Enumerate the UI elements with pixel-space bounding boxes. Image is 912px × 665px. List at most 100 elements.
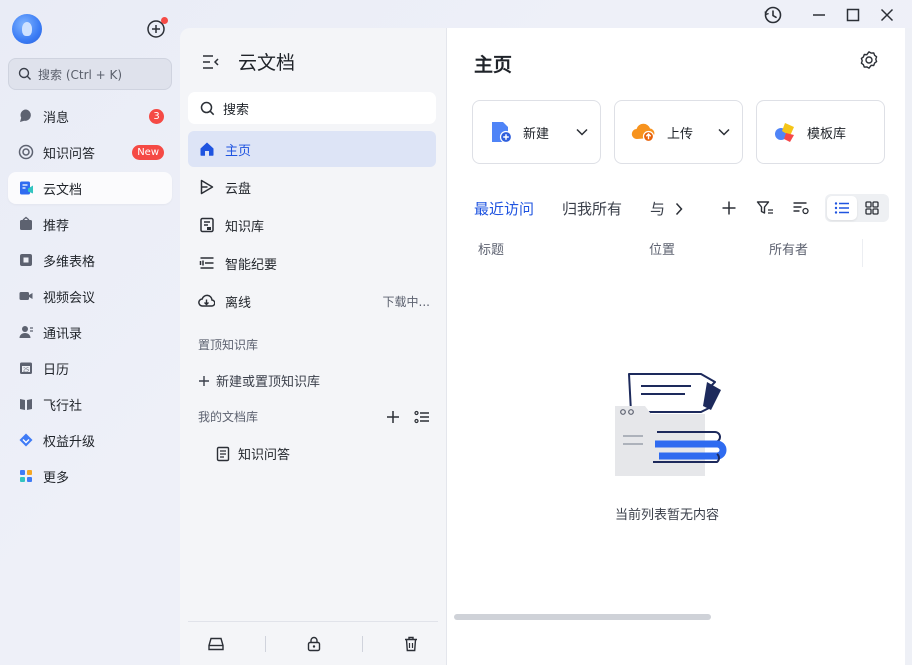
grid-view-icon bbox=[865, 201, 879, 215]
drive-icon bbox=[198, 179, 215, 196]
home-icon bbox=[198, 141, 215, 158]
lock-icon[interactable] bbox=[307, 636, 321, 652]
nav-item-offline[interactable]: 离线 下载中... bbox=[188, 283, 436, 319]
upload-label: 上传 bbox=[667, 126, 694, 142]
quick-actions: 新建 上传 模板库 bbox=[472, 100, 885, 164]
add-button[interactable] bbox=[711, 194, 747, 222]
list-settings-icon[interactable] bbox=[414, 410, 430, 424]
global-search-input[interactable]: 搜索 (Ctrl + K) bbox=[8, 58, 172, 90]
my-library-label: 我的文档库 bbox=[198, 410, 259, 424]
horizontal-scrollbar[interactable] bbox=[454, 614, 711, 620]
add-icon[interactable] bbox=[386, 410, 400, 424]
rail-item-contacts[interactable]: 通讯录 bbox=[8, 316, 172, 348]
nav-item-minutes[interactable]: 智能纪要 bbox=[188, 245, 436, 281]
doc-tabs: 最近访问 归我所有 与 bbox=[474, 198, 683, 219]
avatar[interactable] bbox=[12, 14, 42, 44]
filter-button[interactable] bbox=[747, 194, 783, 222]
docs-search-label: 搜索 bbox=[223, 102, 250, 118]
new-badge: New bbox=[132, 145, 164, 160]
base-table-icon bbox=[18, 252, 34, 268]
minimize-button[interactable] bbox=[804, 4, 834, 26]
close-icon bbox=[880, 8, 894, 22]
global-search-placeholder: 搜索 (Ctrl + K) bbox=[38, 67, 123, 82]
create-button[interactable] bbox=[146, 17, 168, 39]
trash-icon[interactable] bbox=[404, 636, 418, 652]
list-view-icon bbox=[834, 202, 849, 214]
doc-item-qa[interactable]: 知识问答 bbox=[216, 444, 290, 463]
new-doc-icon bbox=[492, 122, 513, 144]
book-icon bbox=[18, 396, 34, 412]
rail-item-messages[interactable]: 消息 3 bbox=[8, 100, 172, 132]
docs-sidebar-footer bbox=[188, 621, 438, 665]
docs-title: 云文档 bbox=[238, 52, 296, 74]
empty-illustration bbox=[597, 368, 737, 488]
tab-owned[interactable]: 归我所有 bbox=[562, 198, 622, 219]
avatar-figure-icon bbox=[22, 22, 32, 36]
maximize-button[interactable] bbox=[838, 4, 868, 26]
column-location[interactable]: 位置 bbox=[649, 239, 675, 258]
contacts-icon bbox=[18, 324, 34, 340]
rail-item-calendar[interactable]: 25 日历 bbox=[8, 352, 172, 384]
tab-shared[interactable]: 与 bbox=[650, 198, 665, 219]
rail-item-label: 飞行社 bbox=[43, 398, 83, 414]
rail-item-base[interactable]: 多维表格 bbox=[8, 244, 172, 276]
chevron-right-icon[interactable] bbox=[675, 202, 683, 216]
doc-item-label: 知识问答 bbox=[238, 448, 291, 463]
sort-settings-button[interactable] bbox=[783, 194, 819, 222]
nav-item-label: 离线 bbox=[225, 295, 252, 311]
new-doc-card[interactable]: 新建 bbox=[472, 100, 601, 164]
docs-nav: 主页 云盘 知识库 智能纪要 离线 下载中... bbox=[188, 131, 436, 321]
template-card[interactable]: 模板库 bbox=[756, 100, 885, 164]
rail-item-video[interactable]: 视频会议 bbox=[8, 280, 172, 312]
video-icon bbox=[18, 288, 34, 304]
rail-item-label: 多维表格 bbox=[43, 254, 96, 270]
template-icon bbox=[775, 123, 794, 142]
history-button[interactable] bbox=[758, 4, 788, 26]
offline-icon bbox=[198, 293, 215, 310]
nav-item-home[interactable]: 主页 bbox=[188, 131, 436, 167]
nav-item-label: 智能纪要 bbox=[225, 257, 278, 273]
docs-search-input[interactable]: 搜索 bbox=[188, 92, 436, 124]
column-owner[interactable]: 所有者 bbox=[769, 239, 808, 258]
grid-view-button[interactable] bbox=[857, 196, 887, 220]
rail-nav: 消息 3 知识问答 New 云文档 推荐 多维表格 视频会议 通讯录 25 日历… bbox=[8, 100, 172, 496]
rail-item-cloud-docs[interactable]: 云文档 bbox=[8, 172, 172, 204]
empty-state-text: 当前列表暂无内容 bbox=[614, 508, 719, 523]
window-controls bbox=[758, 4, 902, 26]
close-button[interactable] bbox=[872, 4, 902, 26]
collapse-sidebar-icon[interactable] bbox=[202, 54, 220, 70]
search-icon bbox=[200, 101, 215, 115]
rail-item-upgrade[interactable]: 权益升级 bbox=[8, 424, 172, 456]
my-library-tools bbox=[386, 410, 430, 424]
nav-item-label: 主页 bbox=[225, 143, 252, 159]
list-view-button[interactable] bbox=[827, 196, 857, 220]
new-pinned-wiki-button[interactable]: 新建或置顶知识库 bbox=[198, 371, 320, 390]
column-divider[interactable] bbox=[862, 239, 863, 267]
nav-item-drive[interactable]: 云盘 bbox=[188, 169, 436, 205]
cloud-doc-icon bbox=[18, 180, 34, 196]
tab-recent[interactable]: 最近访问 bbox=[474, 198, 534, 219]
rail-item-qa[interactable]: 知识问答 New bbox=[8, 136, 172, 168]
rail-item-label: 日历 bbox=[43, 362, 70, 378]
nav-item-wiki[interactable]: 知识库 bbox=[188, 207, 436, 243]
document-icon bbox=[216, 446, 230, 461]
rail-item-label: 视频会议 bbox=[43, 290, 96, 306]
rail-item-community[interactable]: 飞行社 bbox=[8, 388, 172, 420]
rail-item-recommend[interactable]: 推荐 bbox=[8, 208, 172, 240]
sort-settings-icon bbox=[793, 202, 809, 215]
unread-badge: 3 bbox=[149, 109, 164, 124]
upload-cloud-icon bbox=[631, 123, 655, 143]
rail-item-more[interactable]: 更多 bbox=[8, 460, 172, 492]
upload-card[interactable]: 上传 bbox=[614, 100, 743, 164]
settings-button[interactable] bbox=[859, 50, 879, 70]
template-label: 模板库 bbox=[807, 126, 847, 142]
search-icon bbox=[18, 67, 31, 80]
drive-storage-icon[interactable] bbox=[208, 637, 225, 651]
rail-item-label: 消息 bbox=[43, 110, 70, 126]
new-doc-label: 新建 bbox=[523, 126, 550, 142]
download-status: 下载中... bbox=[382, 294, 430, 309]
docs-sidebar-header: 云文档 bbox=[202, 48, 295, 75]
footer-divider bbox=[361, 635, 363, 652]
column-title[interactable]: 标题 bbox=[478, 239, 504, 258]
filter-icon bbox=[756, 201, 773, 214]
